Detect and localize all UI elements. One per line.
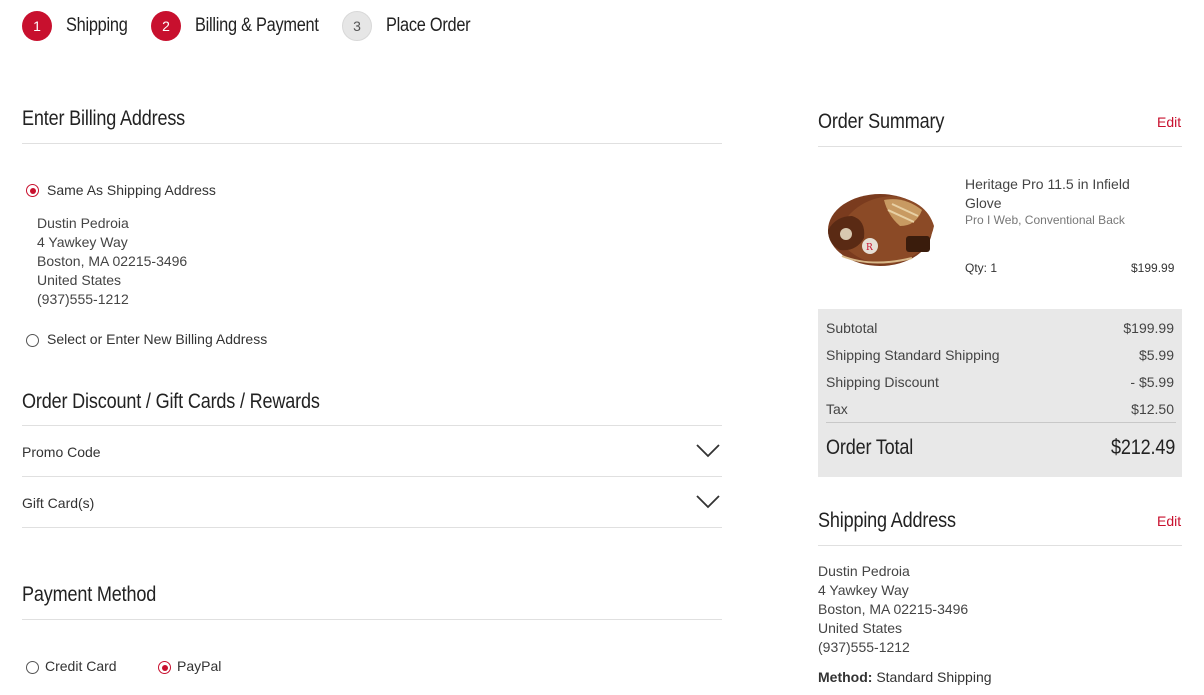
new-billing-address-radio[interactable]	[26, 334, 39, 347]
paypal-label[interactable]: PayPal	[177, 658, 221, 674]
billing-heading: Enter Billing Address	[22, 107, 186, 130]
shipping-address-phone: (937)555-1212	[818, 639, 910, 655]
summary-row-tax: Tax $12.50	[826, 401, 1174, 417]
product-name: Heritage Pro 11.5 in Infield Glove	[965, 176, 1130, 211]
step-1-label: Shipping	[66, 15, 128, 36]
step-billing[interactable]: 2 Billing & Payment	[151, 10, 339, 42]
order-summary-heading: Order Summary	[818, 110, 945, 133]
summary-row-value: - $5.99	[1130, 374, 1174, 390]
svg-text:R: R	[866, 243, 873, 253]
same-as-shipping-radio[interactable]	[26, 184, 39, 197]
divider	[818, 545, 1182, 546]
summary-row-shipping: Shipping Standard Shipping $5.99	[826, 347, 1174, 363]
summary-row-value: $199.99	[1123, 320, 1174, 336]
shipping-address-city: Boston, MA 02215-3496	[818, 601, 969, 617]
shipping-method: Method: Standard Shipping	[818, 669, 992, 685]
gift-card-toggle[interactable]: Gift Card(s)	[22, 477, 722, 527]
divider	[22, 619, 722, 620]
billing-address-city: Boston, MA 02215-3496	[37, 253, 188, 269]
promo-code-label: Promo Code	[22, 444, 101, 460]
order-total-value: $212.49	[1111, 436, 1176, 459]
shipping-address-heading: Shipping Address	[818, 509, 956, 532]
gift-card-label: Gift Card(s)	[22, 495, 95, 511]
shipping-address-name: Dustin Pedroia	[818, 563, 910, 579]
new-billing-address-label[interactable]: Select or Enter New Billing Address	[47, 331, 267, 347]
chevron-down-icon	[696, 495, 720, 509]
shipping-address-edit-link[interactable]: Edit	[1157, 513, 1181, 529]
summary-row-value: $12.50	[1131, 401, 1174, 417]
order-summary-edit-link[interactable]: Edit	[1157, 114, 1181, 130]
summary-row-subtotal: Subtotal $199.99	[826, 320, 1174, 336]
step-shipping[interactable]: 1 Shipping	[22, 10, 138, 42]
shipping-address-street: 4 Yawkey Way	[818, 582, 909, 598]
credit-card-radio[interactable]	[26, 661, 39, 674]
billing-address-block: Dustin Pedroia 4 Yawkey Way Boston, MA 0…	[37, 214, 187, 309]
step-2-number: 2	[151, 11, 181, 41]
divider	[22, 527, 722, 528]
shipping-address-block: Dustin Pedroia 4 Yawkey Way Boston, MA 0…	[818, 562, 968, 657]
discount-heading: Order Discount / Gift Cards / Rewards	[22, 390, 320, 413]
billing-address-street: 4 Yawkey Way	[37, 234, 128, 250]
divider	[22, 143, 722, 144]
payment-heading: Payment Method	[22, 583, 157, 606]
summary-row-label: Tax	[826, 401, 848, 417]
product-qty: Qty: 1	[965, 261, 998, 275]
paypal-radio[interactable]	[158, 661, 171, 674]
billing-address-country: United States	[37, 272, 122, 288]
shipping-address-country: United States	[818, 620, 903, 636]
shipping-method-value: Standard Shipping	[876, 669, 992, 685]
step-1-number: 1	[22, 11, 52, 41]
summary-row-label: Shipping Standard Shipping	[826, 347, 1000, 363]
summary-row-shipping-discount: Shipping Discount - $5.99	[826, 374, 1174, 390]
divider	[826, 422, 1176, 423]
step-2-label: Billing & Payment	[195, 15, 319, 36]
summary-row-value: $5.99	[1138, 347, 1174, 363]
shipping-method-label: Method:	[818, 669, 873, 685]
step-place-order: 3 Place Order	[342, 10, 484, 42]
billing-address-phone: (937)555-1212	[37, 291, 129, 307]
divider	[818, 146, 1182, 147]
billing-address-name: Dustin Pedroia	[37, 215, 129, 231]
chevron-down-icon	[696, 444, 720, 458]
product-options: Pro I Web, Conventional Back	[965, 213, 1125, 227]
product-price: $199.99	[1131, 261, 1175, 275]
same-as-shipping-label[interactable]: Same As Shipping Address	[47, 182, 216, 198]
summary-row-label: Shipping Discount	[826, 374, 939, 390]
promo-code-toggle[interactable]: Promo Code	[22, 426, 722, 476]
product-image: R	[828, 194, 934, 266]
order-total-label: Order Total	[826, 436, 914, 459]
step-3-number: 3	[342, 11, 372, 41]
step-3-label: Place Order	[386, 15, 471, 36]
credit-card-label[interactable]: Credit Card	[45, 658, 117, 674]
summary-row-label: Subtotal	[826, 320, 878, 336]
